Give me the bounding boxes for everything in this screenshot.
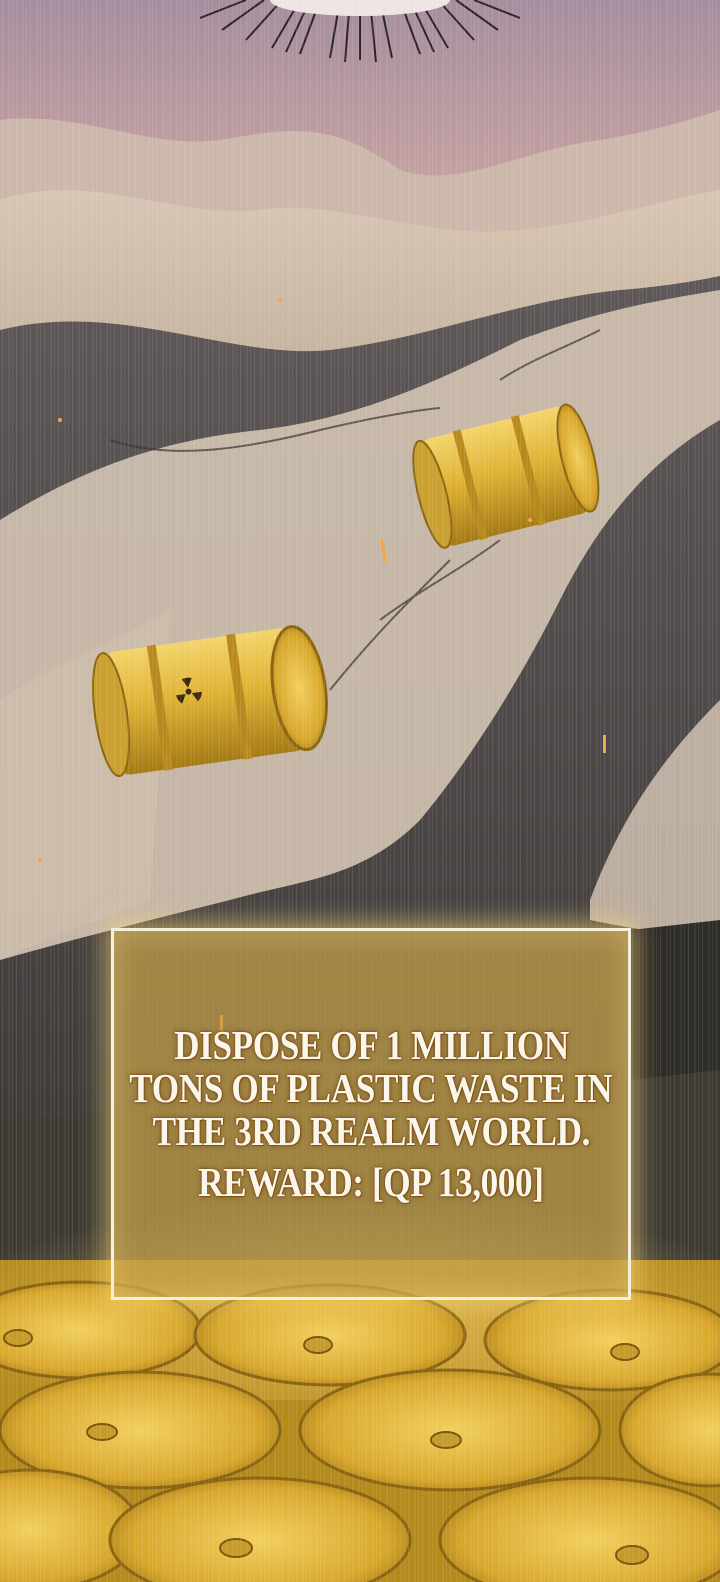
quest-text-line-2: TONS OF PLASTIC WASTE IN — [129, 1065, 613, 1111]
quest-text-line-3: THE 3RD REALM WORLD. — [152, 1108, 590, 1154]
quest-reward: REWARD: [QP 13,000] — [198, 1159, 544, 1205]
wasteland-scene — [0, 0, 720, 1582]
webtoon-panel: DISPOSE OF 1 MILLION TONS OF PLASTIC WAS… — [0, 0, 720, 1582]
quest-notification-box: DISPOSE OF 1 MILLION TONS OF PLASTIC WAS… — [111, 928, 631, 1300]
quest-text-line-1: DISPOSE OF 1 MILLION — [173, 1022, 569, 1068]
